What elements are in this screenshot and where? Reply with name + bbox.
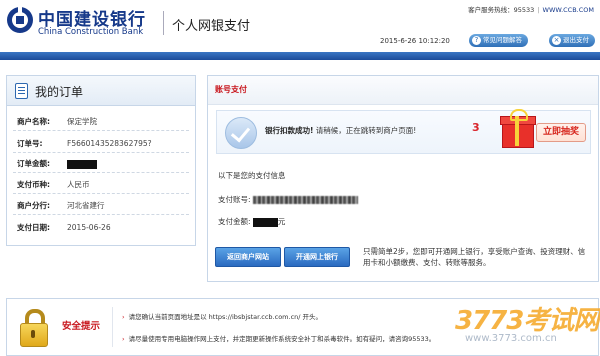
help-icon: ? bbox=[472, 36, 481, 45]
header-blue-bar bbox=[0, 52, 600, 60]
payment-amount-row: 支付金额: 元 bbox=[218, 216, 285, 227]
row-divider bbox=[13, 193, 189, 194]
site-link[interactable]: WWW.CCB.COM bbox=[543, 6, 594, 14]
order-row-branch: 商户分行: 河北省建行 bbox=[17, 200, 105, 211]
lock-icon bbox=[20, 309, 48, 347]
row-divider bbox=[13, 130, 189, 131]
faq-button[interactable]: ? 常见问题解答 bbox=[469, 34, 528, 47]
success-message: 银行扣款成功! 请稍候，正在跳转到商户页面! bbox=[265, 125, 416, 136]
order-label: 支付币种: bbox=[17, 180, 50, 189]
success-message-box: 银行扣款成功! 请稍候，正在跳转到商户页面! 3 立即抽奖 bbox=[216, 108, 591, 154]
order-row-amount: 订单金额: bbox=[17, 158, 97, 169]
success-headline: 银行扣款成功! bbox=[265, 126, 314, 135]
payment-title: 账号支付 bbox=[215, 85, 247, 94]
security-tip: › 请您确认当前页面地址是以 https://ibsbjstar.ccb.com.… bbox=[122, 311, 322, 321]
row-divider bbox=[13, 214, 189, 215]
order-value: 人民币 bbox=[67, 180, 90, 189]
order-row-currency: 支付币种: 人民币 bbox=[17, 179, 90, 190]
bullet-arrow-icon: › bbox=[122, 335, 125, 343]
order-label: 订单号: bbox=[17, 139, 43, 148]
order-value: 保定学院 bbox=[67, 117, 97, 126]
gift-box-icon[interactable] bbox=[500, 108, 536, 148]
payment-panel: 账号支付 银行扣款成功! 请稍候，正在跳转到商户页面! 3 立即抽奖 以下是您的… bbox=[207, 75, 599, 282]
watermark-text: 3773考试网 bbox=[455, 306, 599, 336]
order-list-icon bbox=[15, 83, 28, 99]
open-ebank-button[interactable]: 开通网上银行 bbox=[284, 247, 350, 267]
bullet-arrow-icon: › bbox=[122, 313, 125, 321]
redirect-countdown: 3 bbox=[472, 121, 480, 134]
checkmark-icon bbox=[225, 117, 257, 149]
exit-icon: × bbox=[552, 36, 561, 45]
row-divider bbox=[13, 172, 189, 173]
redacted-amount bbox=[67, 159, 97, 169]
amount-label: 支付金额: bbox=[218, 217, 251, 226]
order-row-number: 订单号: F5660143528362795? bbox=[17, 138, 152, 149]
order-label: 商户名称: bbox=[17, 117, 50, 126]
faq-button-label: 常见问题解答 bbox=[483, 36, 522, 44]
payment-info-title: 以下是您的支付信息 bbox=[218, 171, 286, 180]
exit-payment-button[interactable]: × 退出支付 bbox=[549, 34, 595, 47]
order-row-date: 支付日期: 2015-06-26 bbox=[17, 222, 111, 233]
success-detail: 请稍候，正在跳转到商户页面! bbox=[313, 126, 417, 135]
amount-unit: 元 bbox=[277, 217, 286, 226]
payment-panel-header: 账号支付 bbox=[208, 76, 598, 105]
security-tip: › 请尽量使用专用电脑操作网上支付，并定期更新操作系统安全补丁和杀毒软件。如有疑问… bbox=[122, 333, 435, 343]
redacted-amount bbox=[252, 217, 278, 227]
watermark: 3773考试网 www.3773.com.cn bbox=[455, 300, 599, 344]
logo-divider bbox=[163, 11, 164, 35]
redacted-account bbox=[252, 196, 358, 204]
order-label: 商户分行: bbox=[17, 201, 50, 210]
security-divider bbox=[112, 307, 113, 347]
account-label: 支付账号: bbox=[218, 195, 251, 204]
order-value: F5660143528362795? bbox=[67, 139, 152, 148]
order-value: 2015-06-26 bbox=[67, 223, 111, 232]
exit-button-label: 退出支付 bbox=[563, 36, 589, 44]
security-tip-text: 请您确认当前页面地址是以 https://ibsbjstar.ccb.com.c… bbox=[128, 313, 323, 321]
return-merchant-button[interactable]: 返回商户网站 bbox=[215, 247, 281, 267]
order-panel: 我的订单 商户名称: 保定学院 订单号: F5660143528362795? 订单… bbox=[6, 75, 196, 246]
order-title: 我的订单 bbox=[35, 85, 84, 99]
ccb-logo-icon bbox=[7, 6, 33, 33]
current-datetime: 2015-6-26 10:12:20 bbox=[380, 37, 450, 45]
page-subtitle: 个人网银支付 bbox=[172, 19, 251, 34]
order-value: 河北省建行 bbox=[67, 201, 105, 210]
hotline-bar: 客户服务热线：95533 | WWW.CCB.COM bbox=[468, 6, 594, 14]
security-title: 安全提示 bbox=[62, 321, 101, 332]
order-row-merchant: 商户名称: 保定学院 bbox=[17, 116, 97, 127]
ebank-promo-note: 只需简单2步，您即可开通网上银行，享受账户查询、投资理财、信用卡和小额缴费、支付… bbox=[363, 247, 586, 267]
watermark-url: www.3773.com.cn bbox=[465, 333, 557, 344]
security-tip-text: 请尽量使用专用电脑操作网上支付，并定期更新操作系统安全补丁和杀毒软件。如有疑问，… bbox=[128, 335, 436, 343]
lottery-button[interactable]: 立即抽奖 bbox=[536, 123, 586, 142]
order-panel-header: 我的订单 bbox=[7, 76, 195, 106]
page-header: 中国建设银行 China Construction Bank 个人网银支付 客户… bbox=[0, 0, 600, 50]
hotline-label: 客户服务热线：95533 bbox=[468, 6, 535, 14]
order-label: 支付日期: bbox=[17, 223, 50, 232]
bank-name-en: China Construction Bank bbox=[38, 27, 144, 37]
order-label: 订单金额: bbox=[17, 159, 50, 168]
row-divider bbox=[13, 152, 189, 153]
payment-account-row: 支付账号: bbox=[218, 194, 358, 205]
